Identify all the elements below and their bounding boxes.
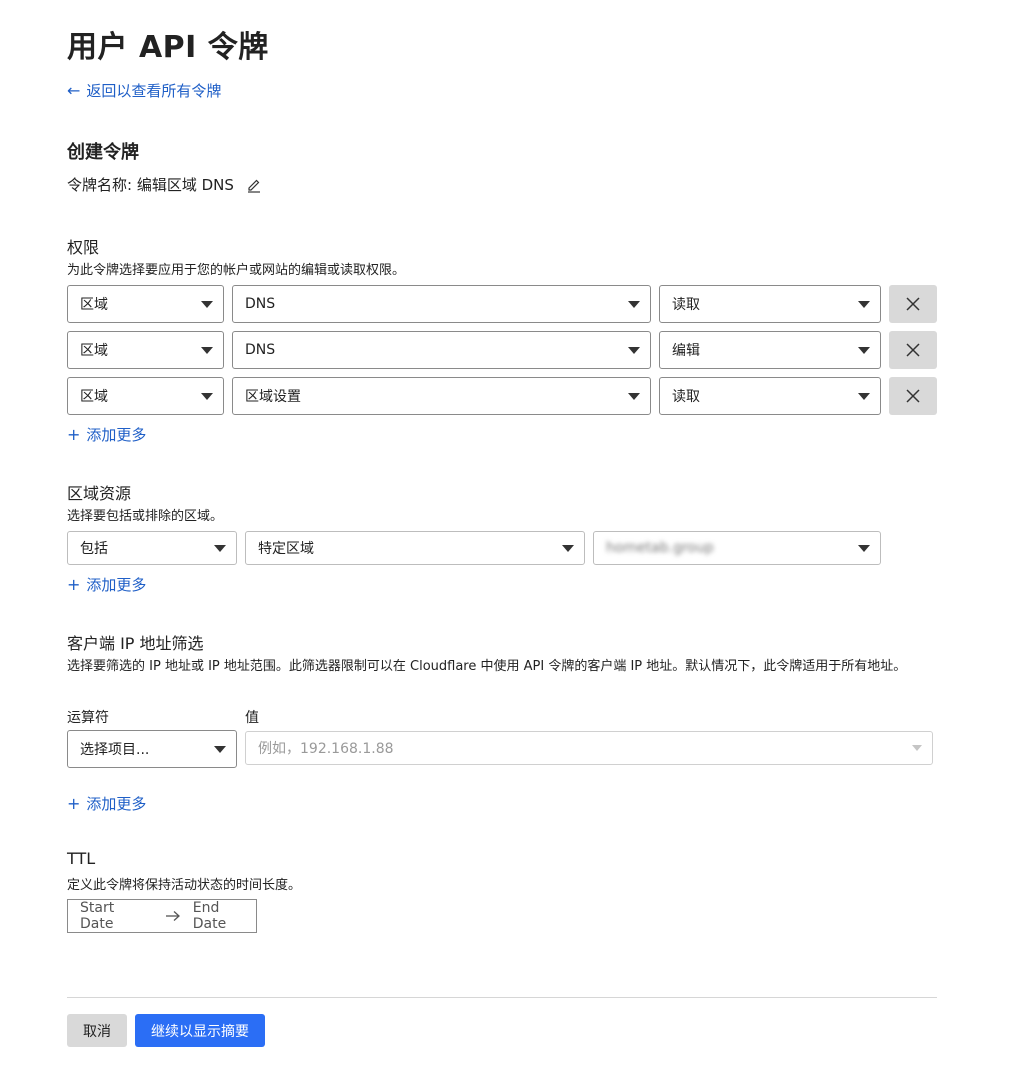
- token-name-label: 令牌名称: 编辑区域 DNS: [67, 176, 234, 194]
- add-permission-label: 添加更多: [86, 426, 147, 444]
- caret-down-icon: [214, 746, 226, 753]
- caret-down-icon: [912, 745, 922, 751]
- caret-down-icon: [628, 393, 640, 400]
- caret-down-icon: [858, 301, 870, 308]
- caret-down-icon: [201, 301, 213, 308]
- permission-access-value: 读取: [672, 297, 700, 313]
- zone-resources-description: 选择要包括或排除的区域。: [67, 509, 224, 524]
- permission-access-value: 编辑: [672, 343, 700, 359]
- permission-resource-select[interactable]: DNS: [232, 285, 651, 323]
- token-name-row: 令牌名称: 编辑区域 DNS: [67, 174, 262, 195]
- caret-down-icon: [562, 545, 574, 552]
- caret-down-icon: [858, 347, 870, 354]
- pencil-icon[interactable]: [246, 177, 262, 193]
- zone-resources-title: 区域资源: [67, 484, 132, 503]
- add-ip-filter-label: 添加更多: [86, 795, 147, 813]
- remove-permission-button[interactable]: [889, 377, 937, 415]
- ip-filter-title: 客户端 IP 地址筛选: [67, 634, 204, 653]
- permission-scope-value: 区域: [80, 389, 108, 405]
- permission-scope-select[interactable]: 区域: [67, 331, 224, 369]
- remove-permission-button[interactable]: [889, 331, 937, 369]
- caret-down-icon: [214, 545, 226, 552]
- caret-down-icon: [628, 301, 640, 308]
- permission-resource-value: DNS: [245, 342, 276, 358]
- ttl-date-range-picker[interactable]: Start Date End Date: [67, 899, 257, 933]
- zone-select[interactable]: hometab.group: [593, 531, 881, 565]
- permission-scope-value: 区域: [80, 297, 108, 313]
- footer-divider: [67, 997, 937, 998]
- close-icon: [906, 343, 920, 357]
- caret-down-icon: [858, 545, 870, 552]
- back-link-label: 返回以查看所有令牌: [86, 82, 222, 100]
- caret-down-icon: [201, 393, 213, 400]
- ttl-description: 定义此令牌将保持活动状态的时间长度。: [67, 878, 302, 893]
- zone-include-value: 包括: [80, 541, 108, 557]
- cancel-button[interactable]: 取消: [67, 1014, 127, 1047]
- add-zone-button[interactable]: + 添加更多: [67, 574, 146, 595]
- ip-value-placeholder: 例如，192.168.1.88: [258, 741, 394, 757]
- permission-access-select[interactable]: 读取: [659, 285, 881, 323]
- permissions-title: 权限: [67, 238, 100, 257]
- permission-access-select[interactable]: 读取: [659, 377, 881, 415]
- start-date-input[interactable]: Start Date: [80, 900, 151, 932]
- operator-label: 运算符: [67, 710, 109, 726]
- add-zone-label: 添加更多: [86, 576, 147, 594]
- permission-scope-select[interactable]: 区域: [67, 285, 224, 323]
- ttl-title: TTL: [67, 849, 96, 868]
- value-label: 值: [245, 710, 259, 726]
- permission-resource-value: 区域设置: [245, 389, 301, 405]
- zone-include-select[interactable]: 包括: [67, 531, 237, 565]
- page-title: 用户 API 令牌: [67, 30, 269, 65]
- plus-icon: +: [67, 425, 81, 444]
- arrow-left-icon: ←: [67, 81, 81, 100]
- caret-down-icon: [628, 347, 640, 354]
- end-date-input[interactable]: End Date: [193, 900, 256, 932]
- caret-down-icon: [858, 393, 870, 400]
- operator-select[interactable]: 选择项目...: [67, 730, 237, 768]
- back-link[interactable]: ← 返回以查看所有令牌: [67, 80, 221, 101]
- permission-scope-select[interactable]: 区域: [67, 377, 224, 415]
- zone-type-value: 特定区域: [258, 541, 314, 557]
- permission-scope-value: 区域: [80, 343, 108, 359]
- permission-resource-value: DNS: [245, 296, 276, 312]
- arrow-right-icon: [165, 910, 181, 922]
- permission-access-select[interactable]: 编辑: [659, 331, 881, 369]
- zone-value: hometab.group: [606, 540, 714, 556]
- permission-access-value: 读取: [672, 389, 700, 405]
- operator-placeholder: 选择项目...: [80, 742, 150, 758]
- add-ip-filter-button[interactable]: + 添加更多: [67, 793, 146, 814]
- close-icon: [906, 297, 920, 311]
- plus-icon: +: [67, 575, 81, 594]
- continue-summary-button[interactable]: 继续以显示摘要: [135, 1014, 265, 1047]
- plus-icon: +: [67, 794, 81, 813]
- caret-down-icon: [201, 347, 213, 354]
- add-permission-button[interactable]: + 添加更多: [67, 424, 146, 445]
- permission-resource-select[interactable]: DNS: [232, 331, 651, 369]
- remove-permission-button[interactable]: [889, 285, 937, 323]
- ip-value-select[interactable]: 例如，192.168.1.88: [245, 731, 933, 765]
- create-token-heading: 创建令牌: [67, 142, 139, 163]
- ip-filter-description: 选择要筛选的 IP 地址或 IP 地址范围。此筛选器限制可以在 Cloudfla…: [67, 659, 907, 674]
- permissions-description: 为此令牌选择要应用于您的帐户或网站的编辑或读取权限。: [67, 263, 406, 278]
- zone-type-select[interactable]: 特定区域: [245, 531, 585, 565]
- close-icon: [906, 389, 920, 403]
- permission-resource-select[interactable]: 区域设置: [232, 377, 651, 415]
